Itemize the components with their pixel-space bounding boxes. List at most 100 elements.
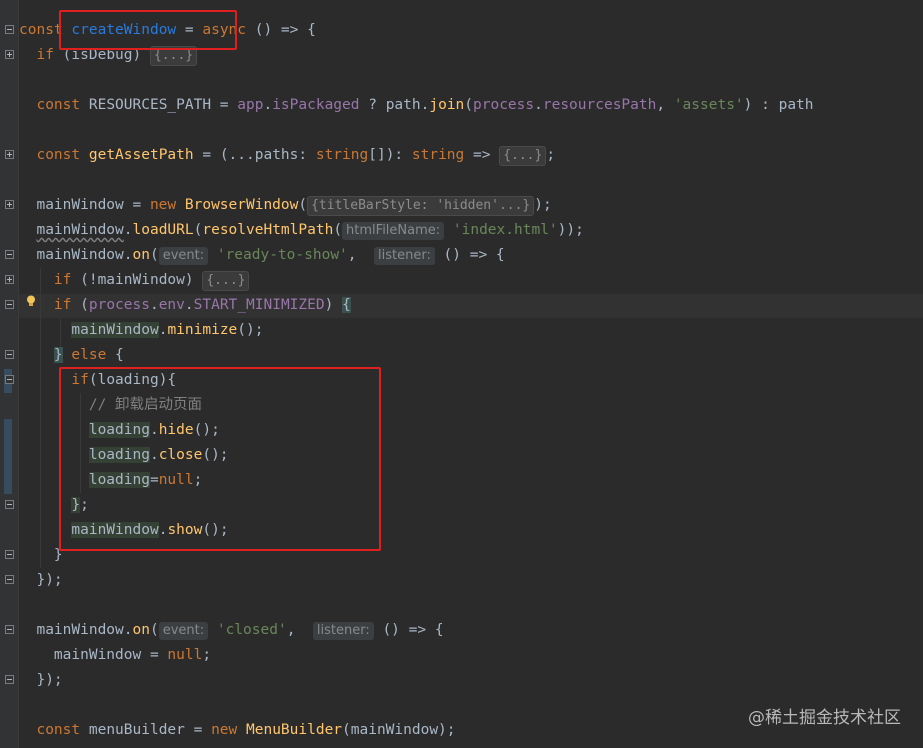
code-line[interactable] [19,68,814,93]
code-line[interactable] [19,693,814,718]
keyword-token: const [36,722,89,738]
keyword-token: else [71,347,107,363]
code-token: , [656,97,674,113]
code-token: ( [298,197,308,213]
fold-icon[interactable] [5,675,14,684]
code-line[interactable]: mainWindow = new BrowserWindow({titleBar… [19,193,814,218]
editor-gutter [0,0,19,748]
code-line[interactable]: }); [19,668,814,693]
code-line[interactable]: const RESOURCES_PATH = app.isPackaged ? … [19,93,813,118]
code-token: { [106,347,124,363]
code-token: mainWindow = [19,197,150,213]
highlighted-token: mainWindow [71,322,159,338]
keyword-token: if [36,47,54,63]
collapsed-block[interactable]: {...} [499,146,547,166]
code-token: = (...paths: [193,147,316,163]
member-token: app [237,97,264,113]
keyword-token: const [36,147,89,163]
parameter-hint: event: [158,247,209,265]
string-token: 'index.html' [452,222,558,238]
code-line[interactable] [19,168,814,193]
code-token: menuBuilder = [88,722,212,738]
keyword-token: new [149,197,185,213]
function-token: BrowserWindow [184,197,299,213]
method-token: on [132,622,150,638]
annotation-box-function-name [59,10,237,50]
fold-icon[interactable] [5,200,14,209]
fold-icon[interactable] [5,375,14,384]
code-line[interactable]: mainWindow.loadURL(resolveHtmlPath(htmlF… [19,218,814,243]
code-token: RESOURCES_PATH = [88,97,238,113]
code-line[interactable]: }); [19,568,814,593]
code-token: => [464,147,500,163]
code-line[interactable]: const getAssetPath = (...paths: string[]… [19,143,814,168]
code-line[interactable]: mainWindow.minimize(); [19,318,814,343]
code-token: []): [368,147,412,163]
fold-icon[interactable] [5,275,14,284]
code-token: (!mainWindow) [71,272,203,288]
fold-icon[interactable] [5,300,14,309]
code-line[interactable]: mainWindow = null; [19,643,814,668]
code-line[interactable] [19,593,814,618]
method-token: loadURL [132,222,194,238]
code-line[interactable] [19,118,814,143]
code-token: , [286,622,313,638]
collapsed-block[interactable]: {...} [202,271,250,291]
parameter-hint: listener: [312,622,374,640]
code-token: () => { [373,622,444,638]
keyword-token: new [211,722,246,738]
fold-icon[interactable] [5,625,14,634]
code-line[interactable]: if (process.env.START_MINIMIZED) { [19,293,814,318]
code-token: . [263,97,273,113]
fold-icon[interactable] [5,50,14,59]
member-token: env [158,297,185,313]
matched-brace: } [53,347,63,363]
function-token: getAssetPath [88,147,194,163]
member-token: process [473,97,535,113]
keyword-token: string [411,147,465,163]
string-token: 'assets' [673,97,744,113]
code-editor[interactable]: const createWindow = async () => { if (i… [0,0,923,748]
code-token: )); [557,222,584,238]
keyword-token: if [53,297,72,313]
code-line[interactable]: } else { [19,343,814,368]
keyword-token: if [53,272,72,288]
code-token: ( [149,247,159,263]
member-token: process [88,297,150,313]
fold-icon[interactable] [5,150,14,159]
code-token: ; [202,647,212,663]
fold-icon[interactable] [5,250,14,259]
matched-brace: { [342,297,351,313]
code-token: ; [546,147,556,163]
code-line[interactable]: if (!mainWindow) {...} [19,268,814,293]
fold-icon[interactable] [5,350,14,359]
code-token: ( [464,97,474,113]
fold-icon[interactable] [5,25,14,34]
code-token: } [19,547,63,563]
code-token: . [149,297,159,313]
code-line[interactable]: const menuBuilder = new MenuBuilder(main… [19,718,814,743]
code-token: mainWindow = [19,647,168,663]
parameter-hint: event: [158,622,209,640]
code-token: }); [19,572,63,588]
member-token: isPackaged [272,97,360,113]
code-line[interactable]: mainWindow.on(event: 'closed', listener:… [19,618,814,643]
keyword-token: null [167,647,203,663]
code-line[interactable]: mainWindow.on(event: 'ready-to-show', li… [19,243,814,268]
fold-icon[interactable] [5,575,14,584]
keyword-token: const [36,97,89,113]
fold-icon[interactable] [5,550,14,559]
code-token: ( [71,297,89,313]
collapsed-block[interactable]: {titleBarStyle: 'hidden'...} [307,196,535,216]
fold-icon[interactable] [5,500,14,509]
